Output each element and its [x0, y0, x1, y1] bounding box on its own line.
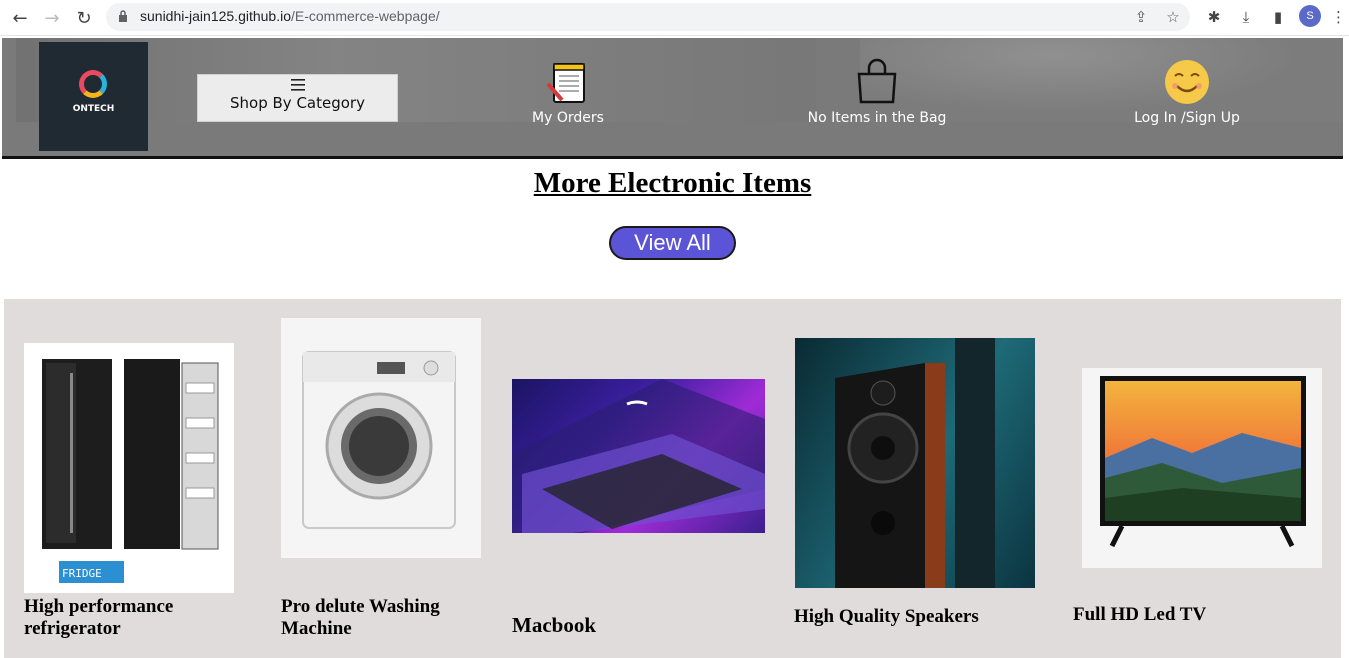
logo-g-icon [79, 70, 107, 98]
side-panel-icon[interactable]: ▮ [1267, 6, 1289, 28]
share-icon[interactable]: ⇪ [1131, 7, 1151, 27]
logo-text: ONTECH [72, 104, 115, 114]
reload-icon[interactable]: ↻ [72, 6, 96, 30]
bag-label: No Items in the Bag [807, 110, 947, 126]
svg-text:FRIDGE: FRIDGE [62, 567, 102, 580]
product-name[interactable]: High Quality Speakers [794, 606, 1014, 628]
product-name[interactable]: High performance refrigerator [24, 596, 224, 640]
download-icon[interactable]: ⤓ [1235, 6, 1257, 28]
orders-notepad-icon [546, 63, 585, 103]
shopping-bag-link[interactable]: No Items in the Bag [792, 58, 962, 126]
menu-kebab-icon[interactable]: ⋮ [1331, 6, 1346, 28]
shopping-bag-icon [857, 58, 897, 104]
smiley-face-icon [1165, 60, 1209, 104]
site-header: ONTECH Shop By Category My Orders No Ite… [2, 38, 1343, 159]
product-name[interactable]: Macbook [512, 614, 712, 636]
site-logo[interactable]: ONTECH [39, 42, 148, 151]
tv-image[interactable] [1082, 368, 1322, 568]
refrigerator-image[interactable]: FRIDGE [24, 343, 234, 593]
browser-toolbar: ← → ↻ sunidhi-jain125.github.io/E-commer… [0, 0, 1349, 36]
lock-icon [119, 10, 127, 22]
view-all-button[interactable]: View All [609, 226, 736, 260]
login-signup-link[interactable]: Log In /Sign Up [1112, 58, 1262, 126]
forward-icon[interactable]: → [40, 6, 64, 30]
orders-label: My Orders [532, 110, 604, 126]
hamburger-icon [290, 79, 305, 91]
extensions-icon[interactable]: ✱ [1203, 6, 1225, 28]
address-bar[interactable]: sunidhi-jain125.github.io/E-commerce-web… [106, 3, 1190, 31]
products-grid: FRIDGE High performance refrigerator Pro… [4, 299, 1341, 658]
macbook-image[interactable] [512, 379, 765, 533]
speakers-image[interactable] [795, 338, 1035, 588]
section-title: More Electronic Items [533, 167, 812, 199]
bookmark-star-icon[interactable]: ☆ [1163, 7, 1183, 27]
washing-machine-image[interactable] [281, 318, 481, 558]
login-label: Log In /Sign Up [1134, 110, 1240, 126]
shop-by-category-button[interactable]: Shop By Category [197, 74, 398, 122]
category-label: Shop By Category [230, 94, 365, 112]
back-icon[interactable]: ← [8, 6, 32, 30]
profile-avatar[interactable]: S [1299, 5, 1321, 27]
product-name[interactable]: Full HD Led TV [1073, 604, 1293, 626]
my-orders-link[interactable]: My Orders [508, 58, 628, 126]
url-text: sunidhi-jain125.github.io/E-commerce-web… [140, 8, 440, 24]
product-name[interactable]: Pro delute Washing Machine [281, 596, 471, 640]
